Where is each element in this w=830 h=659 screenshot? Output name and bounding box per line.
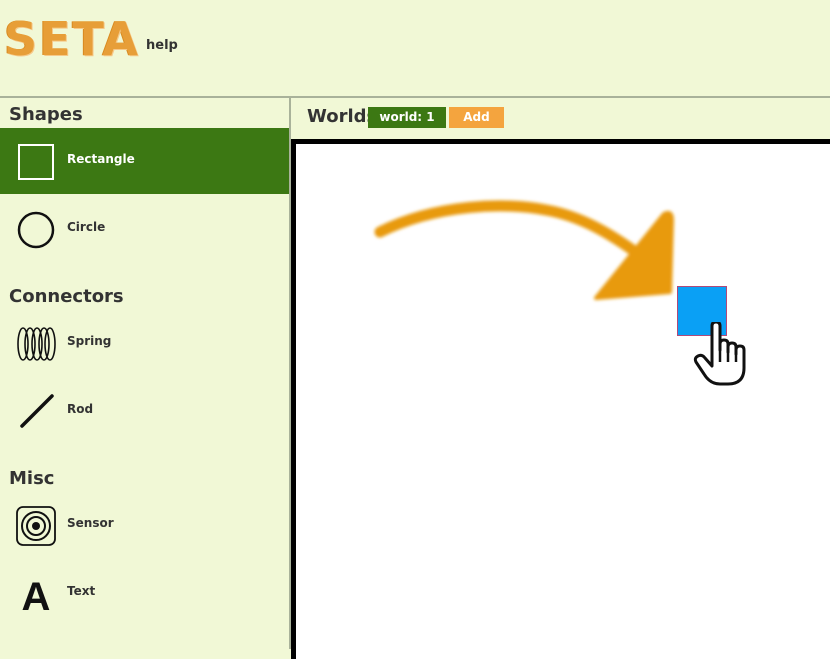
rod-icon (20, 394, 54, 428)
tool-label: Rod (67, 402, 94, 416)
tool-label: Sensor (67, 516, 114, 530)
tool-label: Circle (67, 220, 106, 234)
tool-rectangle[interactable]: Rectangle (0, 128, 289, 194)
add-world-button[interactable]: Add (449, 107, 504, 128)
hand-pointer-icon (693, 322, 746, 386)
world-canvas[interactable] (291, 139, 830, 659)
spring-icon (17, 327, 56, 361)
rectangle-icon (18, 144, 54, 180)
tool-rod[interactable]: Rod (0, 378, 289, 444)
section-title-shapes: Shapes (9, 104, 83, 125)
worlds-label: Worlds (307, 106, 378, 127)
worlds-bar: Worlds world: 1 Add (291, 98, 830, 138)
section-title-connectors: Connectors (9, 286, 124, 307)
tool-text[interactable]: A Text (0, 560, 289, 626)
tool-spring[interactable]: Spring (0, 310, 289, 376)
text-icon: A (22, 575, 51, 614)
section-title-misc: Misc (9, 468, 55, 489)
tool-label: Spring (67, 334, 112, 348)
tab-world-1[interactable]: world: 1 (368, 107, 446, 128)
tool-sensor[interactable]: Sensor (0, 492, 289, 558)
app-header: SETA help (0, 0, 830, 98)
sensor-icon (16, 506, 56, 546)
drag-hint-arrow-icon (374, 200, 674, 300)
tool-label: Text (67, 584, 96, 598)
svg-text:A: A (22, 575, 51, 614)
app-logo: SETA (4, 12, 140, 66)
tool-sidebar: Shapes Rectangle Circle Connectors Sprin… (0, 98, 291, 649)
tool-label: Rectangle (67, 152, 135, 166)
tool-circle[interactable]: Circle (0, 196, 289, 262)
circle-icon (17, 211, 55, 249)
help-link[interactable]: help (146, 38, 178, 53)
